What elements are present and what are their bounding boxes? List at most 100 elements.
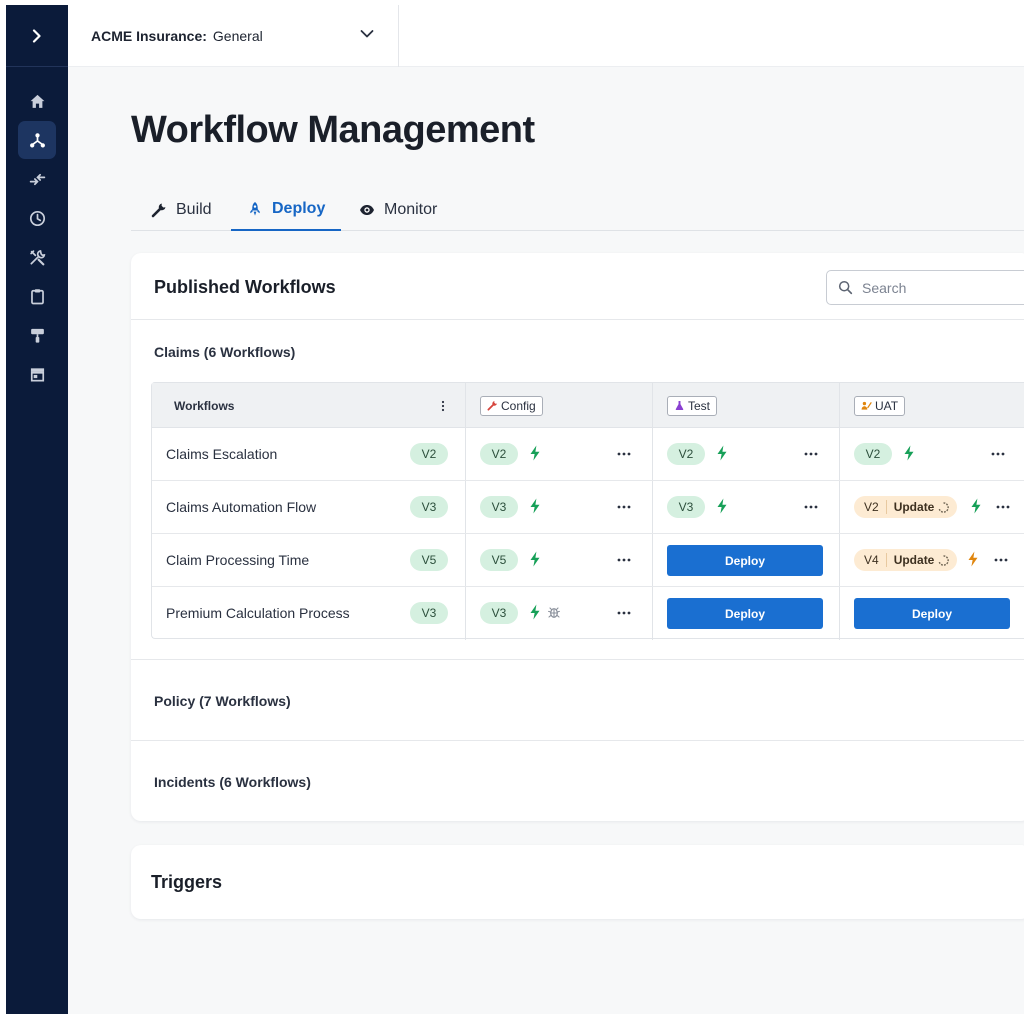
more-actions-icon[interactable] xyxy=(803,499,819,515)
bolt-icon xyxy=(530,498,540,514)
sidebar-item-branding[interactable] xyxy=(18,316,56,354)
more-actions-icon[interactable] xyxy=(616,552,632,568)
more-actions-icon[interactable] xyxy=(616,605,632,621)
workflow-name[interactable]: Claims Escalation xyxy=(166,428,277,480)
table-row: Claims Escalation V2 V2 V2 V2 xyxy=(152,428,1024,481)
deploy-uat-button[interactable]: Deploy xyxy=(854,598,1010,629)
clipboard-icon xyxy=(30,288,44,304)
uat-env-label: UAT xyxy=(875,398,899,413)
tab-build[interactable]: Build xyxy=(135,189,228,231)
sidebar-item-home[interactable] xyxy=(18,82,56,120)
claims-workflows-table: Workflows Config Test UAT Claims Escalat… xyxy=(151,382,1024,640)
workflows-column-header: Workflows xyxy=(174,398,235,413)
spinner-icon xyxy=(939,501,950,513)
tab-monitor-label: Monitor xyxy=(384,201,438,218)
divider xyxy=(131,659,1024,660)
more-actions-icon[interactable] xyxy=(993,552,1009,568)
wrench-icon xyxy=(151,203,166,218)
sidebar-item-history[interactable] xyxy=(18,199,56,237)
triggers-title: Triggers xyxy=(151,872,223,892)
uat-env-tag: UAT xyxy=(854,395,906,416)
tab-monitor[interactable]: Monitor xyxy=(343,189,453,231)
update-label: Update xyxy=(893,553,935,567)
eye-icon xyxy=(360,205,374,215)
workflow-name[interactable]: Claim Processing Time xyxy=(166,534,309,586)
org-name: ACME Insurance: xyxy=(91,28,207,44)
sidebar xyxy=(6,5,68,1014)
more-actions-icon[interactable] xyxy=(616,499,632,515)
published-workflows-card: Published Workflows Search Claims (6 Wor… xyxy=(131,253,1024,821)
group-policy-label[interactable]: Policy (7 Workflows) xyxy=(154,693,291,709)
sidebar-item-tasks[interactable] xyxy=(18,277,56,315)
group-incidents-label[interactable]: Incidents (6 Workflows) xyxy=(154,774,311,790)
sidebar-expand-button[interactable] xyxy=(6,5,68,67)
more-actions-icon[interactable] xyxy=(803,446,819,462)
sidebar-item-workflows[interactable] xyxy=(18,121,56,159)
version-pill: V3 xyxy=(410,496,448,518)
uat-update-pill[interactable]: V2 Update xyxy=(854,496,958,518)
search-icon xyxy=(838,280,853,295)
group-claims-label[interactable]: Claims (6 Workflows) xyxy=(154,344,295,360)
config-version-pill[interactable]: V2 xyxy=(480,443,518,465)
more-actions-icon[interactable] xyxy=(995,499,1011,515)
search-input[interactable]: Search xyxy=(826,270,1024,305)
version-pill: V5 xyxy=(410,549,448,571)
transfer-icon xyxy=(29,173,45,185)
bolt-icon xyxy=(530,551,540,567)
bolt-icon xyxy=(530,604,540,620)
bolt-icon xyxy=(717,445,727,461)
top-bar: ACME Insurance: General xyxy=(68,5,1024,67)
sidebar-item-integrations[interactable] xyxy=(18,160,56,198)
org-selector[interactable]: ACME Insurance: General xyxy=(68,5,399,67)
users-icon xyxy=(861,401,872,410)
bolt-warning-icon xyxy=(968,551,978,567)
sidebar-item-tools[interactable] xyxy=(18,238,56,276)
deploy-test-button[interactable]: Deploy xyxy=(667,598,823,629)
published-workflows-title: Published Workflows xyxy=(154,277,336,297)
version-pill: V3 xyxy=(410,602,448,624)
bolt-icon xyxy=(530,445,540,461)
tab-deploy-label: Deploy xyxy=(272,200,326,217)
table-row: Claim Processing Time V5 V5 Deploy V4 Up… xyxy=(152,534,1024,587)
uat-current-version: V4 xyxy=(854,553,887,567)
kebab-menu-icon[interactable] xyxy=(441,400,445,412)
config-version-pill[interactable]: V5 xyxy=(480,549,518,571)
config-version-pill[interactable]: V3 xyxy=(480,602,518,624)
spinner-icon xyxy=(939,554,950,566)
more-actions-icon[interactable] xyxy=(616,446,632,462)
page-title: Workflow Management xyxy=(131,109,535,151)
uat-column-header: UAT xyxy=(854,383,906,428)
divider xyxy=(131,319,1024,320)
sidebar-item-marketplace[interactable] xyxy=(18,355,56,393)
workflow-icon xyxy=(29,132,45,148)
more-actions-icon[interactable] xyxy=(990,446,1006,462)
workflow-name[interactable]: Premium Calculation Process xyxy=(166,587,350,639)
test-version-pill[interactable]: V3 xyxy=(667,496,705,518)
flask-icon xyxy=(675,401,684,410)
bolt-icon xyxy=(717,498,727,514)
clock-icon xyxy=(29,210,45,226)
app-frame: ACME Insurance: General Workflow Managem… xyxy=(6,5,1024,1014)
bolt-icon xyxy=(971,498,981,514)
tab-bar: Build Deploy Monitor xyxy=(131,189,1024,231)
version-pill: V2 xyxy=(410,443,448,465)
table-row: Premium Calculation Process V3 V3 Deploy… xyxy=(152,587,1024,640)
divider xyxy=(131,740,1024,741)
store-icon xyxy=(30,367,44,382)
config-version-pill[interactable]: V3 xyxy=(480,496,518,518)
test-env-tag: Test xyxy=(667,395,718,416)
deploy-test-button[interactable]: Deploy xyxy=(667,545,823,576)
bolt-icon xyxy=(904,445,914,461)
config-env-tag: Config xyxy=(480,395,543,416)
workflow-name[interactable]: Claims Automation Flow xyxy=(166,481,316,533)
tab-build-label: Build xyxy=(176,201,212,218)
test-version-pill[interactable]: V2 xyxy=(667,443,705,465)
test-env-label: Test xyxy=(688,398,711,413)
triggers-card[interactable]: Triggers xyxy=(131,845,1024,919)
uat-version-pill[interactable]: V2 xyxy=(854,443,892,465)
uat-update-pill[interactable]: V4 Update xyxy=(854,549,958,571)
test-column-header: Test xyxy=(667,383,718,428)
config-column-header: Config xyxy=(480,383,543,428)
tab-deploy[interactable]: Deploy xyxy=(231,189,342,231)
table-header: Workflows Config Test UAT xyxy=(152,383,1024,428)
